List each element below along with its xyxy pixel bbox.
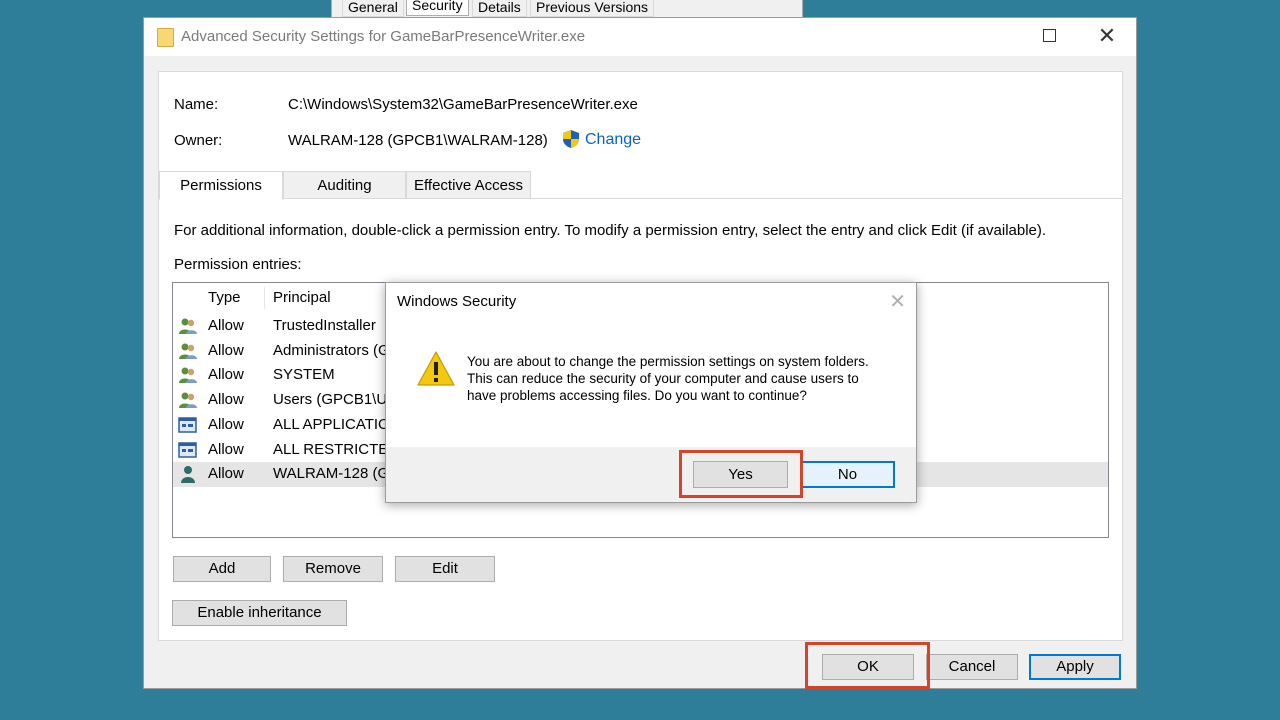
entry-principal: ALL APPLICATIO [273, 416, 390, 433]
dialog-close-icon[interactable]: ✕ [889, 289, 906, 314]
cancel-button[interactable]: Cancel [926, 654, 1018, 680]
entry-type: Allow [208, 317, 244, 334]
tab-permissions[interactable]: Permissions [159, 171, 283, 200]
tab-auditing[interactable]: Auditing [283, 171, 406, 199]
entry-type: Allow [208, 416, 244, 433]
apply-button[interactable]: Apply [1029, 654, 1121, 680]
entry-principal: WALRAM-128 (G [273, 465, 390, 482]
bg-tab-details[interactable]: Details [472, 0, 527, 17]
group-icon [179, 392, 197, 408]
instructions-text: For additional information, double-click… [174, 222, 1047, 239]
bg-tab-general[interactable]: General [342, 0, 404, 17]
name-label: Name: [174, 96, 219, 113]
entry-type: Allow [208, 342, 244, 359]
column-separator[interactable] [264, 287, 265, 309]
bg-tab-security[interactable]: Security [406, 0, 469, 16]
title-bar: Advanced Security Settings for GameBarPr… [144, 18, 1136, 56]
owner-value: WALRAM-128 (GPCB1\WALRAM-128) [288, 132, 548, 149]
change-owner-link[interactable]: Change [585, 131, 641, 149]
bg-tab-previous-versions[interactable]: Previous Versions [530, 0, 655, 17]
remove-button[interactable]: Remove [283, 556, 383, 582]
yes-highlight-box [679, 450, 803, 498]
entry-principal: TrustedInstaller [273, 317, 376, 334]
name-value: C:\Windows\System32\GameBarPresenceWrite… [288, 96, 638, 113]
uac-shield-icon [563, 130, 579, 148]
window-title: Advanced Security Settings for GameBarPr… [181, 28, 586, 45]
dialog-message: You are about to change the permission s… [467, 354, 869, 403]
group-icon [179, 318, 197, 334]
add-button[interactable]: Add [173, 556, 271, 582]
tab-effective-access[interactable]: Effective Access [406, 171, 531, 199]
maximize-icon [1042, 29, 1056, 43]
permission-entries-label: Permission entries: [174, 256, 302, 273]
app-package-icon [178, 417, 197, 433]
group-icon [179, 343, 197, 359]
ok-highlight-box [805, 642, 930, 689]
app-package-icon [178, 442, 197, 458]
group-icon [179, 367, 197, 383]
entry-principal: SYSTEM [273, 366, 335, 383]
entry-type: Allow [208, 391, 244, 408]
edit-button[interactable]: Edit [395, 556, 495, 582]
entry-principal: Administrators (G [273, 342, 390, 359]
entry-principal: Users (GPCB1\Us [273, 391, 395, 408]
owner-label: Owner: [174, 132, 223, 149]
column-header-type[interactable]: Type [208, 289, 241, 306]
close-icon: ✕ [1097, 23, 1117, 48]
entry-principal: ALL RESTRICTED [273, 441, 400, 458]
maximize-button[interactable] [1020, 18, 1078, 56]
column-header-principal[interactable]: Principal [273, 289, 331, 306]
folder-icon [157, 28, 174, 47]
dialog-title: Windows Security [397, 293, 517, 310]
background-properties-window: General Security Details Previous Versio… [331, 0, 803, 17]
warning-icon [417, 351, 455, 386]
close-button[interactable]: ✕ [1078, 18, 1136, 56]
no-button[interactable]: No [800, 461, 895, 488]
entry-type: Allow [208, 441, 244, 458]
user-icon [181, 466, 195, 483]
entry-type: Allow [208, 465, 244, 482]
entry-type: Allow [208, 366, 244, 383]
enable-inheritance-button[interactable]: Enable inheritance [172, 600, 347, 626]
